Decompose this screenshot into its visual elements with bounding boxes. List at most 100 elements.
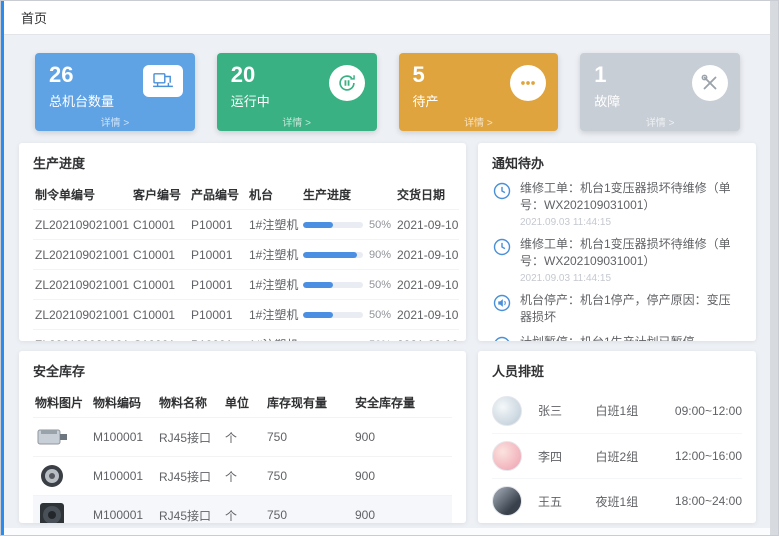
machine-cell: 1#注塑机 <box>247 270 301 300</box>
notification-item[interactable]: 机台停产：机台1停产，停产原因：变压器损坏 <box>492 292 742 327</box>
shift-time: 18:00~24:00 <box>675 494 742 508</box>
machine-cell: 1#注塑机 <box>247 240 301 270</box>
product-no-cell: P10001 <box>189 270 247 300</box>
shift-time: 09:00~12:00 <box>675 404 742 418</box>
unit-cell: 个 <box>223 457 265 496</box>
schedule-row[interactable]: 张三 白班1组 09:00~12:00 <box>492 388 742 433</box>
table-row[interactable]: M100001 RJ45接口 个 750 900 <box>33 457 452 496</box>
stat-card-fault[interactable]: 1 故障 详情 > <box>580 53 740 131</box>
person-name: 张三 <box>538 402 596 419</box>
customer-no-cell: C10001 <box>131 240 189 270</box>
material-image-cell <box>33 418 91 457</box>
current-qty-cell: 750 <box>265 457 353 496</box>
panel-title: 生产进度 <box>33 153 452 172</box>
card-main: 1 故障 <box>594 63 728 110</box>
customer-no-cell: C10001 <box>131 330 189 342</box>
progress-bar <box>303 252 363 258</box>
detail-link[interactable]: 详情 > <box>399 114 559 129</box>
notification-item[interactable]: 计划暂停：机台1生产计划已暂停 2021.09.03 11:44:15 <box>492 334 742 341</box>
panels-grid: 生产进度 制令单编号 客户编号 产品编号 机台 生产进度 交货日期 <box>19 143 756 523</box>
table-row[interactable]: M100001 RJ45接口 个 750 900 <box>33 496 452 524</box>
order-no-cell: ZL202109021001 <box>33 210 131 240</box>
unit-cell: 个 <box>223 418 265 457</box>
col-product-no: 产品编号 <box>189 180 247 210</box>
topbar: 首页 <box>1 1 778 35</box>
stat-value: 5 <box>413 63 439 87</box>
progress-label: 50% <box>369 339 391 342</box>
table-row[interactable]: ZL202109021001 C10001 P10001 1#注塑机 50% 2… <box>33 300 459 330</box>
scrollbar[interactable] <box>770 1 778 535</box>
table-row[interactable]: ZL202109021001 C10001 P10001 1#注塑机 90% 2… <box>33 240 459 270</box>
table-row[interactable]: ZL202109021001 C10001 P10001 1#注塑机 50% 2… <box>33 210 459 240</box>
safety-qty-cell: 900 <box>353 496 452 524</box>
content-area: 26 总机台数量 详情 > <box>1 35 778 523</box>
running-icon <box>329 65 365 101</box>
stat-card-waiting[interactable]: 5 待产 详情 > <box>399 53 559 131</box>
col-material-image: 物料图片 <box>33 388 91 418</box>
card-info: 1 故障 <box>594 63 620 110</box>
material-image-cell <box>33 457 91 496</box>
stat-value: 20 <box>231 63 270 87</box>
notification-time: 2021.09.03 11:44:15 <box>520 217 742 228</box>
inventory-panel: 安全库存 物料图片 物料编码 物料名称 单位 库存现有量 安全库存量 <box>19 351 466 523</box>
progress-bar <box>303 282 363 288</box>
table-row[interactable]: M100001 RJ45接口 个 750 900 <box>33 418 452 457</box>
customer-no-cell: C10001 <box>131 210 189 240</box>
notification-item[interactable]: 维修工单：机台1变压器损坏待维修（单号：WX202109031001） 2021… <box>492 180 742 228</box>
stat-card-running[interactable]: 20 运行中 详情 > <box>217 53 377 131</box>
order-no-cell: ZL202109021001 <box>33 270 131 300</box>
stat-card-total-machines[interactable]: 26 总机台数量 详情 > <box>35 53 195 131</box>
tab-home[interactable]: 首页 <box>21 8 47 27</box>
notification-body: 维修工单：机台1变压器损坏待维修（单号：WX202109031001） 2021… <box>520 180 742 228</box>
stat-label: 运行中 <box>231 91 270 110</box>
card-info: 5 待产 <box>413 63 439 110</box>
col-material-name: 物料名称 <box>157 388 223 418</box>
panel-title: 安全库存 <box>33 361 452 380</box>
unit-cell: 个 <box>223 496 265 524</box>
col-safety-qty: 安全库存量 <box>353 388 452 418</box>
product-no-cell: P10001 <box>189 210 247 240</box>
schedule-row[interactable]: 王五 夜班1组 18:00~24:00 <box>492 478 742 523</box>
table-row[interactable]: ZL202109021001 C10001 P10001 1#注塑机 50% 2… <box>33 330 459 342</box>
col-progress: 生产进度 <box>301 180 395 210</box>
notification-text: 维修工单：机台1变压器损坏待维修（单号：WX202109031001） <box>520 236 742 271</box>
notification-text: 维修工单：机台1变压器损坏待维修（单号：WX202109031001） <box>520 180 742 215</box>
accent-stripe <box>1 1 4 535</box>
notifications-panel: 通知待办 维修工单：机台1变压器损坏待维修（单号：WX202109031001）… <box>478 143 756 341</box>
col-customer-no: 客户编号 <box>131 180 189 210</box>
notification-item[interactable]: 维修工单：机台1变压器损坏待维修（单号：WX202109031001） 2021… <box>492 236 742 284</box>
bottom-strip <box>1 528 778 535</box>
notification-body: 计划暂停：机台1生产计划已暂停 2021.09.03 11:44:15 <box>520 334 695 341</box>
customer-no-cell: C10001 <box>131 300 189 330</box>
progress-label: 50% <box>369 219 391 231</box>
person-name: 王五 <box>538 493 596 510</box>
card-info: 26 总机台数量 <box>49 63 114 110</box>
progress-label: 50% <box>369 279 391 291</box>
table-row[interactable]: ZL202109021001 C10001 P10001 1#注塑机 50% 2… <box>33 270 459 300</box>
progress-cell: 50% <box>301 330 395 342</box>
delivery-date-cell: 2021-09-10 <box>395 240 459 270</box>
safety-qty-cell: 900 <box>353 457 452 496</box>
customer-no-cell: C10001 <box>131 270 189 300</box>
schedule-row[interactable]: 李四 白班2组 12:00~16:00 <box>492 433 742 478</box>
progress-cell: 50% <box>301 300 395 330</box>
speaker-part-image <box>35 502 69 523</box>
shift-time: 12:00~16:00 <box>675 449 742 463</box>
order-no-cell: ZL202109021001 <box>33 330 131 342</box>
dashboard-page: 首页 26 总机台数量 <box>0 0 779 536</box>
product-no-cell: P10001 <box>189 330 247 342</box>
notification-time: 2021.09.03 11:44:15 <box>520 273 742 284</box>
machine-icon <box>143 65 183 97</box>
stat-label: 总机台数量 <box>49 91 114 110</box>
progress-label: 50% <box>369 309 391 321</box>
production-progress-panel: 生产进度 制令单编号 客户编号 产品编号 机台 生产进度 交货日期 <box>19 143 466 341</box>
production-table: 制令单编号 客户编号 产品编号 机台 生产进度 交货日期 ZL202109021… <box>33 180 459 341</box>
material-name-cell: RJ45接口 <box>157 457 223 496</box>
detail-link[interactable]: 详情 > <box>580 114 740 129</box>
card-main: 5 待产 <box>413 63 547 110</box>
notification-body: 维修工单：机台1变压器损坏待维修（单号：WX202109031001） 2021… <box>520 236 742 284</box>
detail-link[interactable]: 详情 > <box>35 114 195 129</box>
progress-label: 90% <box>369 249 391 261</box>
detail-link[interactable]: 详情 > <box>217 114 377 129</box>
stat-cards-row: 26 总机台数量 详情 > <box>19 47 756 131</box>
